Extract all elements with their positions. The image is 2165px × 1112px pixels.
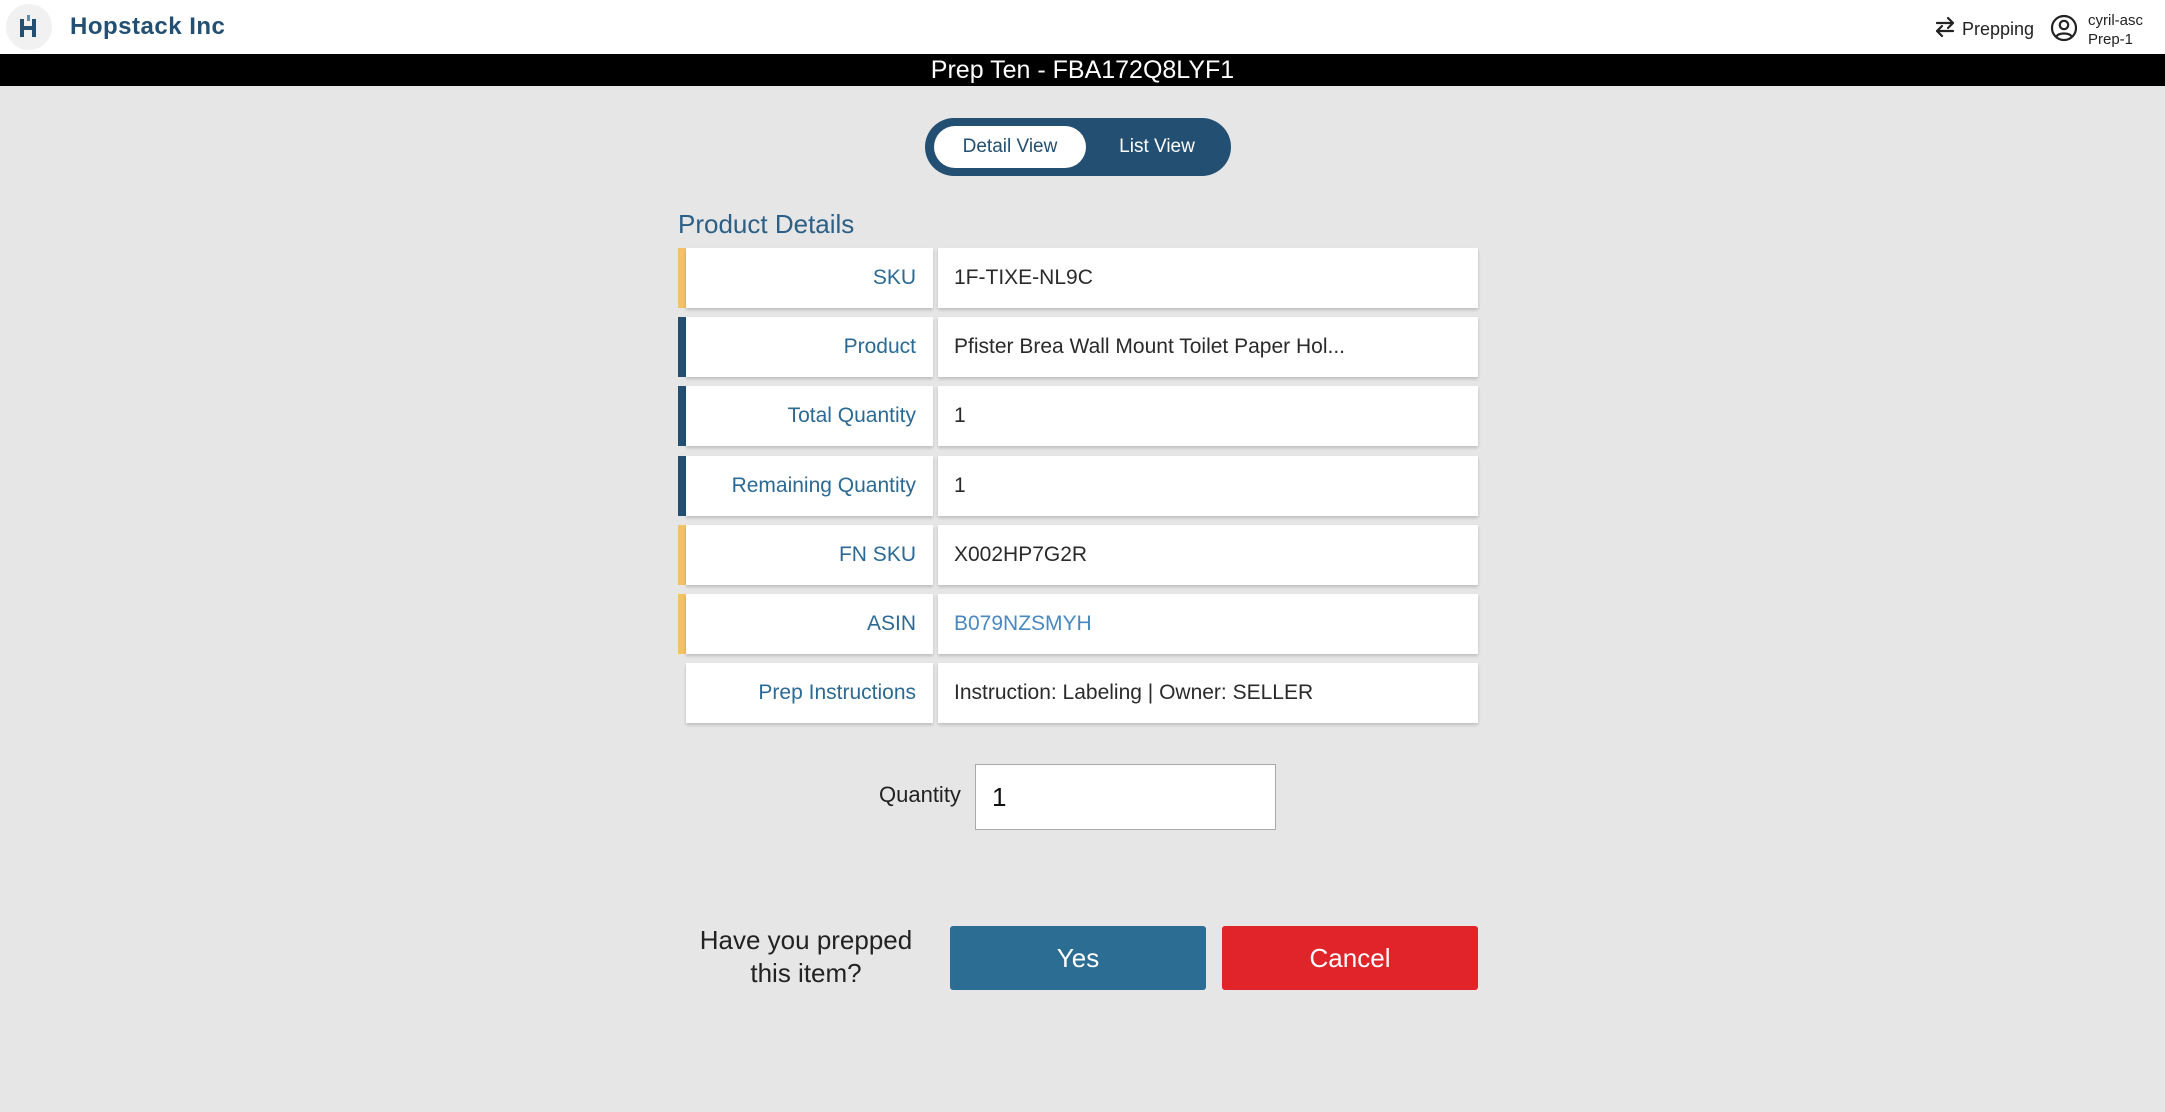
question-line-2: this item? [750, 958, 862, 988]
row-label: Remaining Quantity [686, 456, 933, 516]
detail-row-total-quantity: Total Quantity 1 [678, 386, 1478, 446]
hopstack-logo-icon[interactable] [6, 4, 52, 50]
quantity-label: Quantity [879, 782, 961, 807]
row-label: ASIN [686, 594, 933, 654]
detail-row-sku: SKU 1F-TIXE-NL9C [678, 248, 1478, 308]
row-accent [678, 317, 686, 377]
row-accent [678, 525, 686, 585]
detail-row-prep-instructions: Prep Instructions Instruction: Labeling … [678, 663, 1478, 723]
quantity-input[interactable] [975, 764, 1276, 830]
row-value: X002HP7G2R [938, 525, 1478, 585]
brand-name: Hopstack Inc [70, 13, 226, 40]
row-value: 1F-TIXE-NL9C [938, 248, 1478, 308]
tab-list-view[interactable]: List View [1091, 126, 1223, 168]
row-value: 1 [938, 456, 1478, 516]
asin-link[interactable]: B079NZSMYH [938, 594, 1478, 654]
user-menu[interactable]: cyril-asc Prep-1 [2050, 10, 2143, 50]
row-label: SKU [686, 248, 933, 308]
detail-row-asin: ASIN B079NZSMYH [678, 594, 1478, 654]
row-value: Pfister Brea Wall Mount Toilet Paper Hol… [938, 317, 1478, 377]
prepping-mode-switch[interactable]: Prepping [1932, 14, 2034, 44]
user-circle-icon [2050, 14, 2078, 47]
user-station: Prep-1 [2088, 31, 2134, 48]
page-title: Prep Ten - FBA172Q8LYF1 [0, 54, 2165, 86]
row-label: Total Quantity [686, 386, 933, 446]
detail-row-fn-sku: FN SKU X002HP7G2R [678, 525, 1478, 585]
row-label: FN SKU [686, 525, 933, 585]
view-toggle: Detail View List View [925, 118, 1231, 176]
row-accent [678, 456, 686, 516]
detail-row-product: Product Pfister Brea Wall Mount Toilet P… [678, 317, 1478, 377]
user-info: cyril-asc Prep-1 [2088, 11, 2143, 49]
user-name: cyril-asc [2088, 12, 2143, 29]
swap-arrows-icon [1932, 14, 1958, 45]
product-details-title: Product Details [678, 209, 855, 239]
mode-label: Prepping [1962, 18, 2035, 39]
row-label: Prep Instructions [686, 663, 933, 723]
row-label: Product [686, 317, 933, 377]
cancel-button[interactable]: Cancel [1222, 926, 1478, 990]
row-value: 1 [938, 386, 1478, 446]
row-accent [678, 663, 686, 723]
row-accent [678, 594, 686, 654]
row-accent [678, 248, 686, 308]
row-accent [678, 386, 686, 446]
top-navbar: Hopstack Inc Prepping cyril-asc Prep-1 [0, 0, 2165, 54]
question-line-1: Have you prepped [699, 925, 913, 955]
prepped-question: Have you prepped this item? [686, 924, 926, 990]
tab-detail-view[interactable]: Detail View [934, 126, 1086, 168]
row-value: Instruction: Labeling | Owner: SELLER [938, 663, 1478, 723]
detail-row-remaining-quantity: Remaining Quantity 1 [678, 456, 1478, 516]
yes-button[interactable]: Yes [950, 926, 1206, 990]
